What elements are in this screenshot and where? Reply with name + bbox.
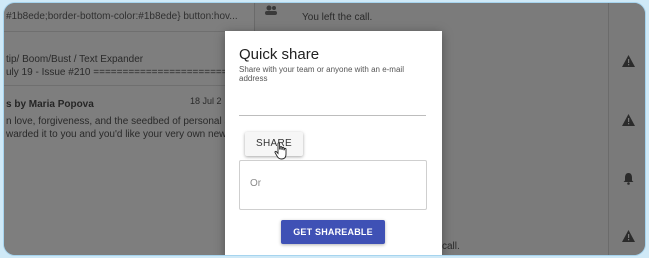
- hand-cursor-icon: [274, 142, 287, 160]
- person-icon: [265, 5, 277, 15]
- call-status-message: You left the call.: [302, 12, 373, 23]
- dialog-subtitle: Share with your team or anyone with an e…: [239, 65, 404, 83]
- dialog-title: Quick share: [239, 46, 320, 63]
- list-item-preview[interactable]: warded it to you and you'd like your ver…: [6, 129, 239, 140]
- list-item-preview[interactable]: uly 19 - Issue #210 ====================…: [6, 67, 245, 78]
- get-shareable-link-button[interactable]: GET SHAREABLE LINK: [281, 220, 385, 255]
- app-window: #1b8ede;border-bottom-color:#1b8ede} but…: [3, 2, 646, 256]
- list-item-date: 18 Jul 2: [190, 96, 222, 106]
- message-list-pane: #1b8ede;border-bottom-color:#1b8ede} but…: [4, 3, 254, 255]
- email-input[interactable]: [239, 115, 426, 116]
- share-textarea[interactable]: Or: [239, 160, 427, 210]
- warning-icon[interactable]: [622, 55, 635, 67]
- divider: [4, 31, 254, 32]
- list-item-preview[interactable]: n love, forgiveness, and the seedbed of …: [6, 116, 236, 127]
- warning-icon[interactable]: [622, 230, 635, 242]
- divider: [4, 85, 254, 86]
- bell-icon[interactable]: [622, 172, 635, 185]
- list-item-subject[interactable]: tip/ Boom/Bust / Text Expander: [6, 54, 143, 65]
- warning-icon[interactable]: [622, 114, 635, 126]
- notification-column: [608, 3, 645, 255]
- call-status-message: call.: [442, 241, 460, 252]
- quick-share-dialog: Quick share Share with your team or anyo…: [225, 31, 442, 255]
- list-item-sender[interactable]: s by Maria Popova: [6, 99, 94, 110]
- or-label: Or: [250, 178, 262, 189]
- list-item-css-snippet: #1b8ede;border-bottom-color:#1b8ede} but…: [6, 11, 238, 22]
